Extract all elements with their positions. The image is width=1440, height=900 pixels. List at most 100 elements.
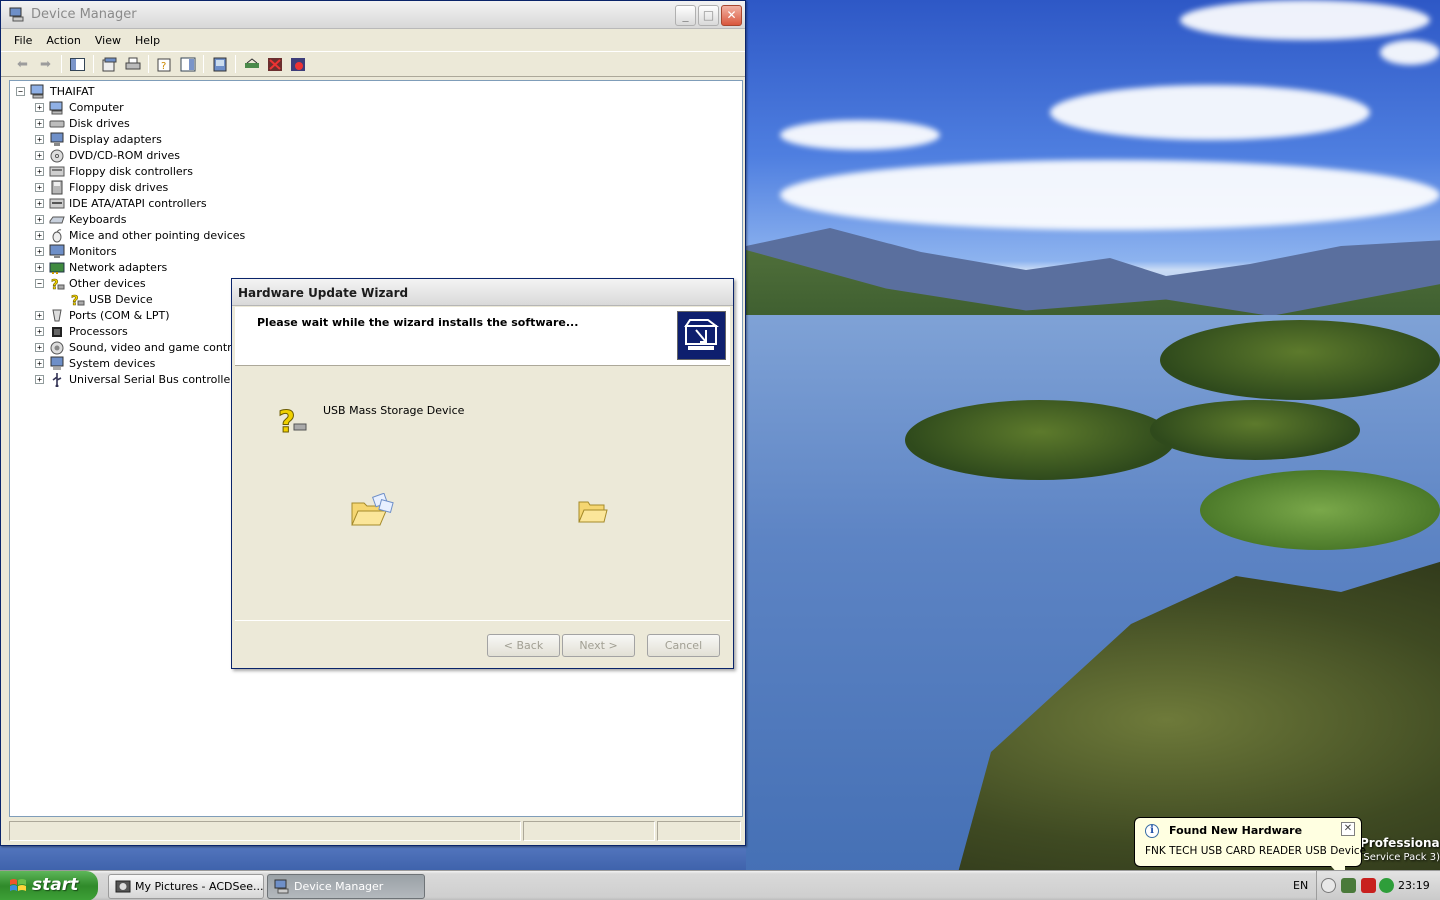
expand-icon[interactable]: + xyxy=(35,198,44,208)
cdrom-icon xyxy=(49,148,65,163)
show-hide-tree-icon[interactable] xyxy=(66,53,89,75)
scan-hardware-icon[interactable] xyxy=(208,53,231,75)
computer-icon xyxy=(49,100,65,115)
tree-category[interactable]: + Mice and other pointing devices xyxy=(16,227,261,243)
expand-icon[interactable]: + xyxy=(35,102,44,112)
properties-icon[interactable] xyxy=(98,53,121,75)
balloon-close-button[interactable]: ✕ xyxy=(1341,822,1355,836)
expand-icon[interactable]: + xyxy=(35,246,44,256)
expand-icon[interactable]: + xyxy=(35,374,44,384)
device-tree[interactable]: − THAIFAT + Computer + Disk drives + Display … xyxy=(16,83,261,387)
menu-view[interactable]: View xyxy=(88,32,128,49)
back-button[interactable]: < Back xyxy=(487,634,560,657)
cancel-button[interactable]: Cancel xyxy=(647,634,720,657)
floppy-controller-icon xyxy=(49,164,65,179)
tree-device[interactable]: ? USB Device xyxy=(16,291,261,307)
tree-category-label: Floppy disk controllers xyxy=(69,164,193,178)
disable-device-icon[interactable] xyxy=(263,53,286,75)
update-driver-icon[interactable] xyxy=(240,53,263,75)
menu-bar: File Action View Help xyxy=(1,29,745,51)
collapse-icon[interactable]: − xyxy=(35,278,44,288)
close-button[interactable]: ✕ xyxy=(721,5,742,26)
safely-remove-hardware-icon[interactable] xyxy=(1341,878,1356,893)
computer-name: THAIFAT xyxy=(50,84,95,98)
uninstall-device-icon[interactable] xyxy=(286,53,309,75)
monitor-icon xyxy=(49,244,65,259)
status-cell-2 xyxy=(523,821,655,841)
maximize-button[interactable]: □ xyxy=(698,5,719,26)
tree-category[interactable]: + Keyboards xyxy=(16,211,261,227)
expand-icon[interactable]: + xyxy=(35,358,44,368)
menu-help[interactable]: Help xyxy=(128,32,167,49)
tree-category[interactable]: + Processors xyxy=(16,323,261,339)
wizard-header: Please wait while the wizard installs th… xyxy=(235,307,730,366)
tree-category[interactable]: + IDE ATA/ATAPI controllers xyxy=(16,195,261,211)
keyboard-icon xyxy=(49,212,65,227)
unknown-device-icon: ? xyxy=(49,276,65,291)
found-new-hardware-balloon[interactable]: i Found New Hardware ✕ FNK TECH USB CARD… xyxy=(1134,817,1366,882)
hardware-update-wizard-dialog[interactable]: Hardware Update Wizard Please wait while… xyxy=(231,278,734,669)
tree-category-label: Universal Serial Bus controllers xyxy=(69,372,241,386)
tree-category[interactable]: + Disk drives xyxy=(16,115,261,131)
tree-category[interactable]: + Universal Serial Bus controllers xyxy=(16,371,261,387)
taskbar-item-label: My Pictures - ACDSee... xyxy=(135,880,264,893)
minimize-button[interactable]: _ xyxy=(675,5,696,26)
expand-icon[interactable]: + xyxy=(35,262,44,272)
tree-category-label: Other devices xyxy=(69,276,146,290)
installing-device-name: USB Mass Storage Device xyxy=(323,404,465,417)
window-title: Device Manager xyxy=(31,7,137,22)
expand-icon[interactable]: + xyxy=(35,342,44,352)
taskbar-item-device-manager[interactable]: Device Manager xyxy=(267,874,425,899)
unknown-device-icon: ? xyxy=(69,292,85,307)
tree-category[interactable]: + Sound, video and game controllers xyxy=(16,339,261,355)
clock[interactable]: 23:19 xyxy=(1398,879,1430,892)
tree-category[interactable]: + Floppy disk drives xyxy=(16,179,261,195)
tree-category-label: Disk drives xyxy=(69,116,130,130)
menu-file[interactable]: File xyxy=(7,32,39,49)
back-arrow-icon[interactable]: ⬅ xyxy=(11,53,34,75)
forward-arrow-icon[interactable]: ➡ xyxy=(34,53,57,75)
tree-category-label: Computer xyxy=(69,100,124,114)
language-indicator[interactable]: EN xyxy=(1293,879,1308,892)
show-hide-console-icon[interactable] xyxy=(176,53,199,75)
expand-icon[interactable]: + xyxy=(35,134,44,144)
show-hidden-icons-chevron-icon[interactable] xyxy=(1321,878,1336,893)
next-button[interactable]: Next > xyxy=(562,634,635,657)
tree-category[interactable]: + Computer xyxy=(16,99,261,115)
expand-icon[interactable]: + xyxy=(35,326,44,336)
os-edition: Professional xyxy=(1360,836,1440,850)
acdsee-icon xyxy=(115,880,131,893)
expand-icon[interactable]: + xyxy=(35,310,44,320)
expand-icon[interactable]: + xyxy=(35,166,44,176)
help-icon[interactable]: ? xyxy=(153,53,176,75)
expand-icon[interactable]: + xyxy=(35,230,44,240)
tree-category[interactable]: −? Other devices xyxy=(16,275,261,291)
tree-category-label: Processors xyxy=(69,324,128,338)
floppy-drive-icon xyxy=(49,180,65,195)
menu-action[interactable]: Action xyxy=(39,32,87,49)
tree-device-label: USB Device xyxy=(89,292,153,306)
expand-icon[interactable]: + xyxy=(35,150,44,160)
collapse-icon[interactable]: − xyxy=(16,86,25,96)
print-icon[interactable] xyxy=(121,53,144,75)
tree-root[interactable]: − THAIFAT xyxy=(16,83,261,99)
expand-icon[interactable]: + xyxy=(35,214,44,224)
expand-icon[interactable]: + xyxy=(35,182,44,192)
window-titlebar[interactable]: Device Manager _ □ ✕ xyxy=(1,1,745,29)
wizard-footer-divider xyxy=(235,620,730,621)
tree-category[interactable]: + DVD/CD-ROM drives xyxy=(16,147,261,163)
tree-category[interactable]: + Monitors xyxy=(16,243,261,259)
tree-category[interactable]: + Floppy disk controllers xyxy=(16,163,261,179)
wizard-title[interactable]: Hardware Update Wizard xyxy=(232,279,733,306)
tree-category[interactable]: + Ports (COM & LPT) xyxy=(16,307,261,323)
tree-category-label: Ports (COM & LPT) xyxy=(69,308,170,322)
tree-category-label: IDE ATA/ATAPI controllers xyxy=(69,196,207,210)
tree-category[interactable]: + System devices xyxy=(16,355,261,371)
tree-category[interactable]: + Network adapters xyxy=(16,259,261,275)
tree-category[interactable]: + Display adapters xyxy=(16,131,261,147)
taskbar-item-acdsee[interactable]: My Pictures - ACDSee... xyxy=(108,874,264,899)
expand-icon[interactable]: + xyxy=(35,118,44,128)
acrobat-icon[interactable] xyxy=(1361,878,1376,893)
green-app-icon[interactable] xyxy=(1379,878,1394,893)
start-button[interactable]: start xyxy=(0,871,98,900)
